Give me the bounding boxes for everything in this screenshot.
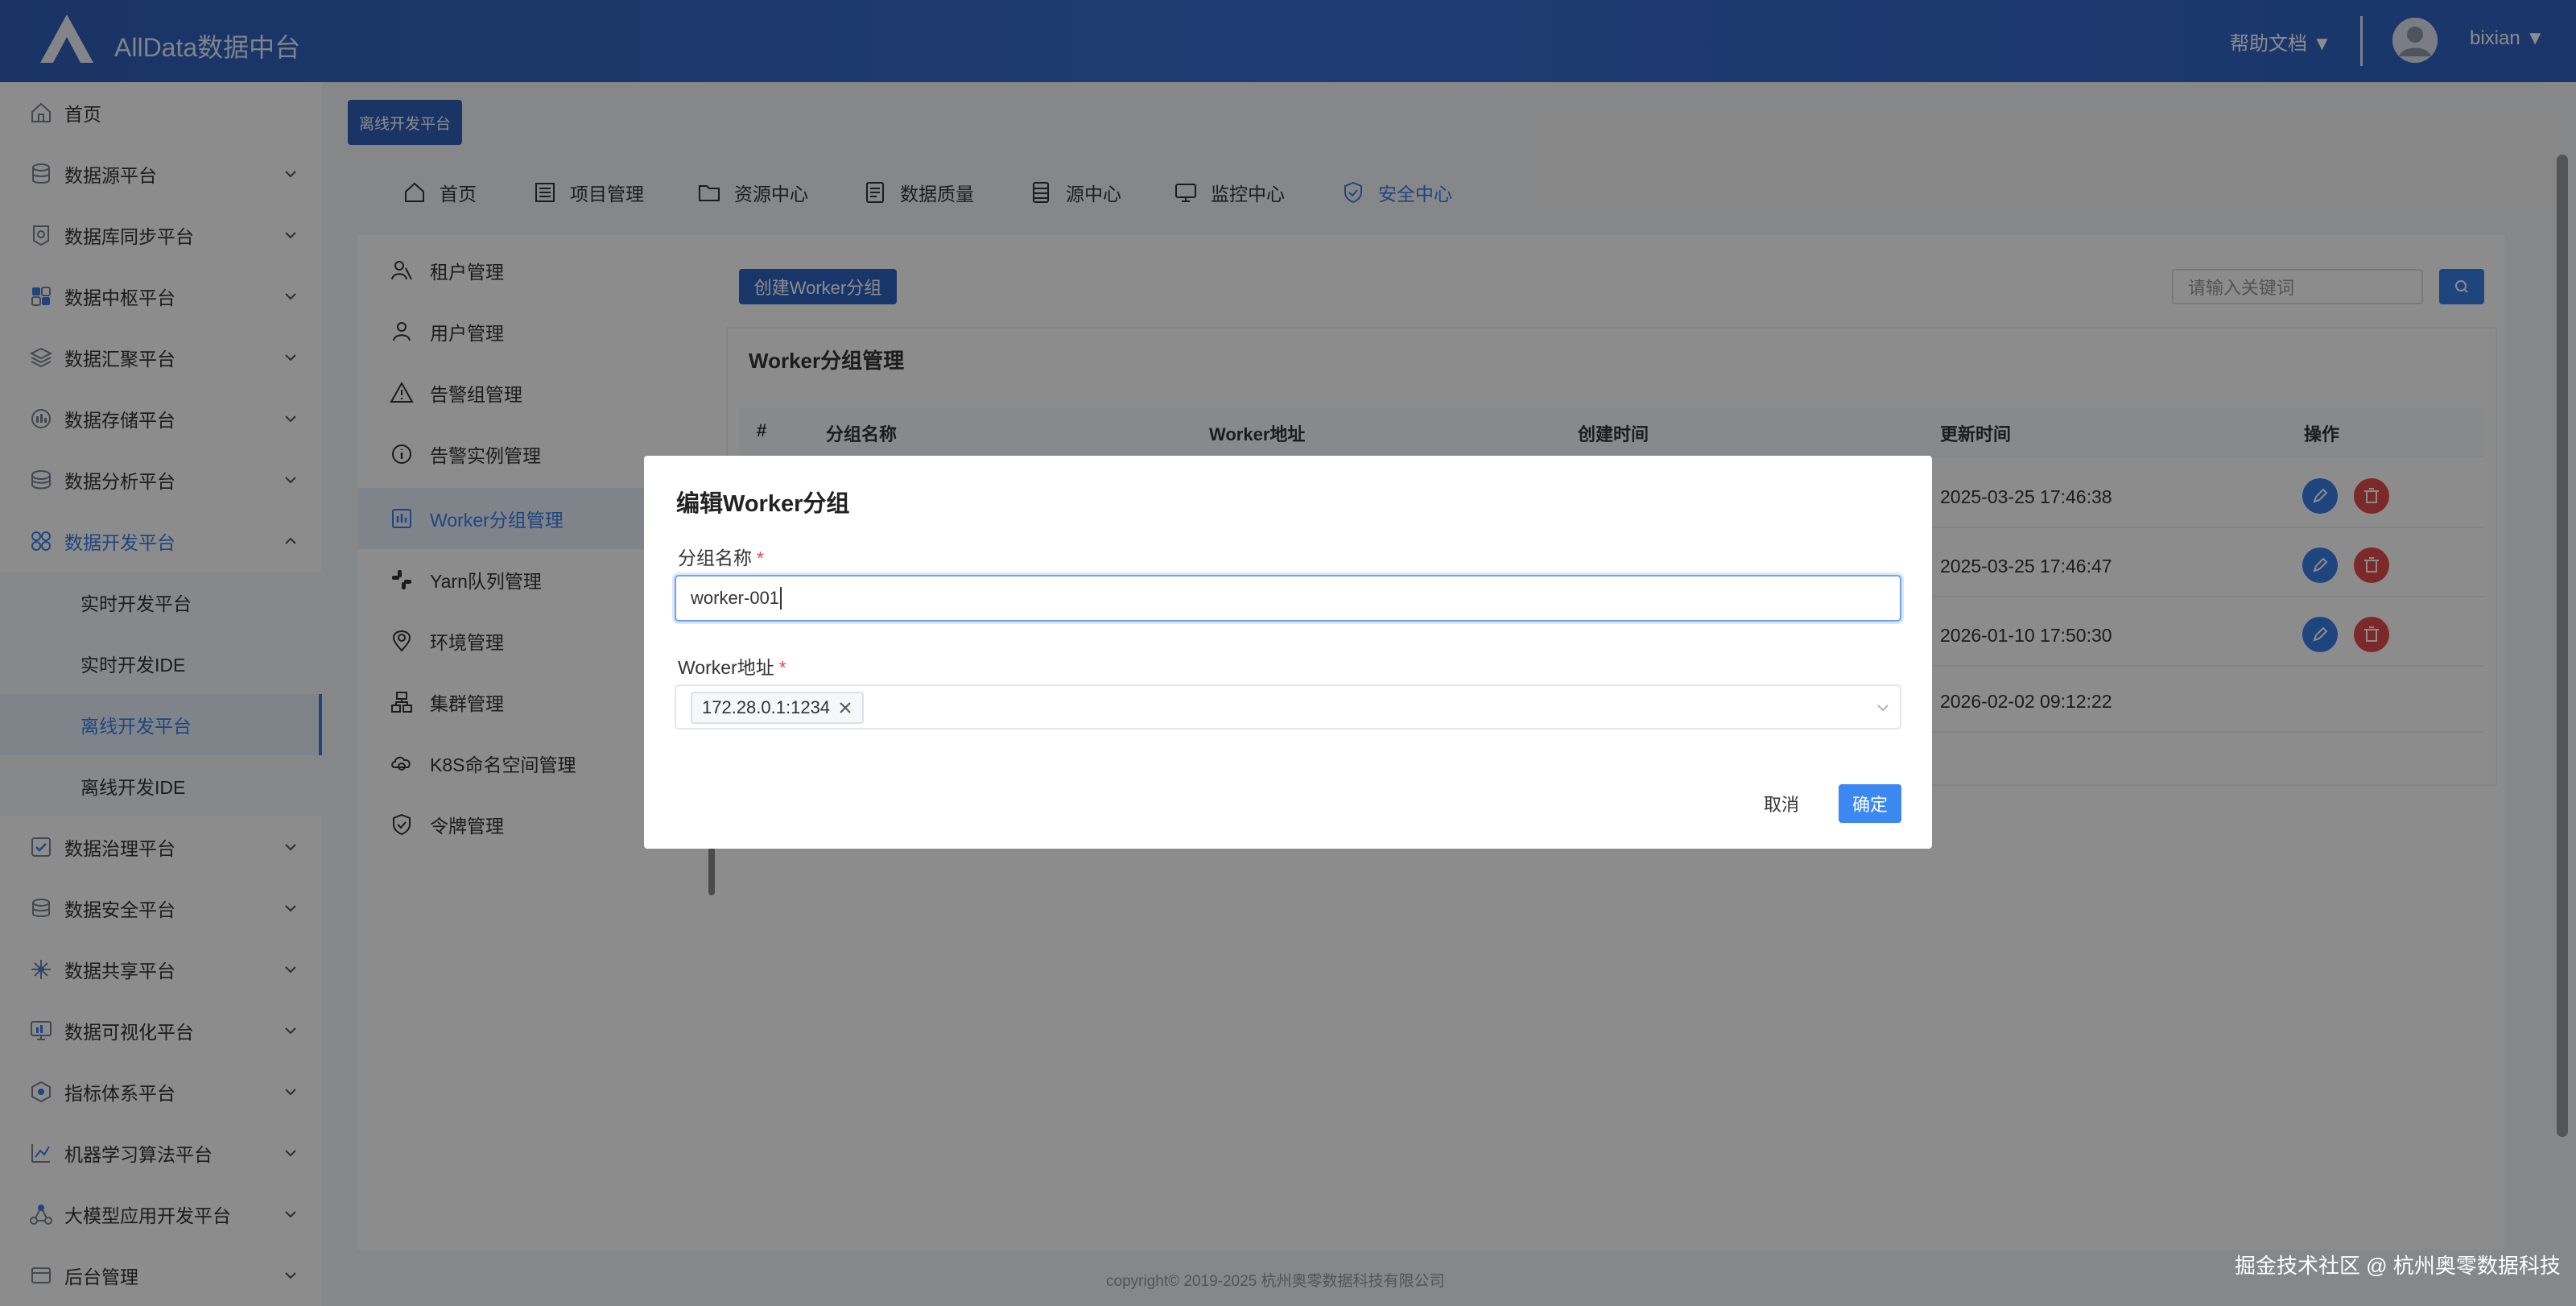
address-tag: 172.28.0.1:1234 (691, 692, 865, 724)
group-name-label-text: 分组名称 (678, 548, 752, 568)
group-name-label: 分组名称 * (678, 543, 764, 570)
group-name-value: worker-001 (691, 588, 780, 608)
confirm-button[interactable]: 确定 (1839, 784, 1901, 823)
group-name-input[interactable]: worker-001 (675, 575, 1901, 622)
required-mark: * (778, 657, 786, 678)
chevron-down-icon (1877, 705, 1889, 712)
cancel-button[interactable]: 取消 (1755, 786, 1808, 821)
worker-address-select[interactable]: 172.28.0.1:1234 (675, 684, 1901, 729)
dialog-title: 编辑Worker分组 (676, 491, 850, 517)
address-tag-label: 172.28.0.1:1234 (702, 697, 831, 717)
text-caret (780, 587, 782, 610)
edit-worker-group-dialog: 编辑Worker分组 分组名称 * worker-001 Worker地址 * 17… (644, 456, 1932, 849)
worker-address-label: Worker地址 * (678, 652, 786, 680)
close-icon[interactable] (838, 701, 852, 715)
watermark: 掘金技术社区 @ 杭州奥零数据科技 (2235, 1254, 2561, 1278)
required-mark: * (757, 548, 764, 568)
worker-address-label-text: Worker地址 (678, 657, 774, 678)
